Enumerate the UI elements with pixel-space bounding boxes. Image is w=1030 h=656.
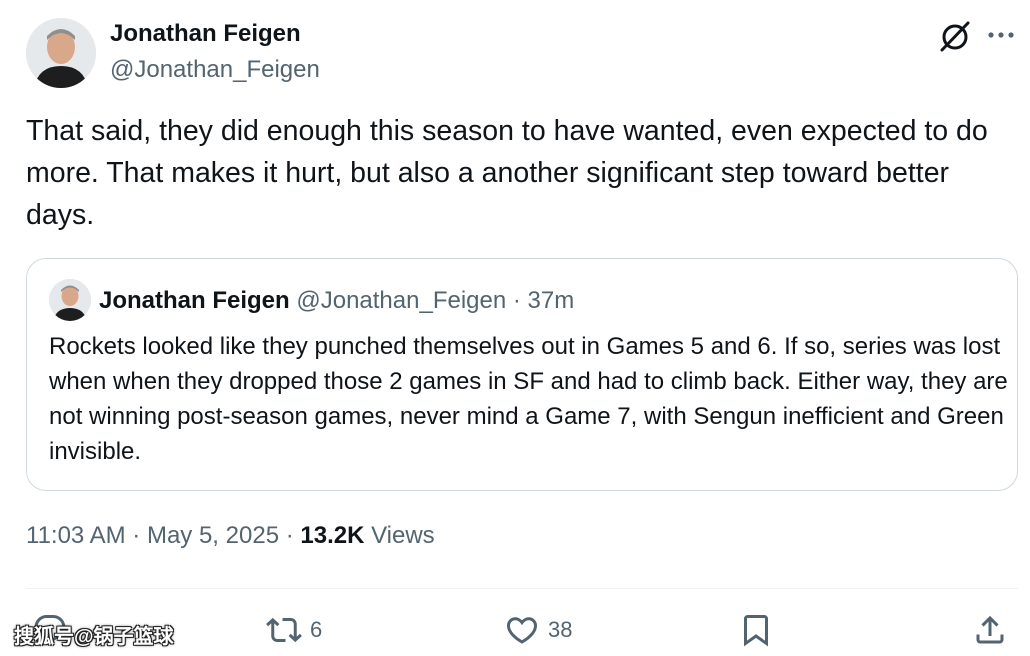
quoted-tweet-card[interactable]: Jonathan Feigen @Jonathan_Feigen · 37m R… [26,258,1018,491]
author-handle[interactable]: @Jonathan_Feigen [110,56,320,84]
quoted-author-name: Jonathan Feigen [99,287,290,314]
watermark: 搜狐号@锅子篮球 [14,626,174,648]
quoted-author-handle: @Jonathan_Feigen · 37m [296,287,575,314]
quoted-author-avatar [49,279,91,321]
share-button[interactable] [972,610,1008,650]
author-avatar[interactable] [26,18,96,88]
views-label: Views [371,522,435,549]
views-count: 13.2K [300,522,365,549]
tweet-time[interactable]: 11:03 AM [26,522,126,549]
tweet-text: That said, they did enough this season t… [26,115,988,231]
like-icon [506,617,538,644]
bookmark-icon [744,615,768,647]
more-icon[interactable] [986,20,1016,50]
quoted-tweet-text: Rockets looked like they punched themsel… [49,333,1008,465]
repost-button[interactable]: 6 [266,610,322,650]
share-icon [976,615,1004,644]
like-count: 38 [548,617,573,642]
quoted-tweet-time: 37m [527,287,575,314]
repost-count: 6 [310,617,323,642]
tweet-meta: 11:03 AM · May 5, 2025 · 13.2K Views [26,522,435,549]
like-button[interactable]: 38 [504,610,572,650]
repost-icon [266,617,302,643]
bookmark-button[interactable] [738,610,774,650]
grok-icon[interactable] [938,20,972,52]
quoted-tweet-header: Jonathan Feigen @Jonathan_Feigen · 37m [99,287,574,315]
author-name[interactable]: Jonathan Feigen [110,20,301,48]
tweet-date[interactable]: May 5, 2025 [147,522,279,549]
divider [26,588,1018,589]
